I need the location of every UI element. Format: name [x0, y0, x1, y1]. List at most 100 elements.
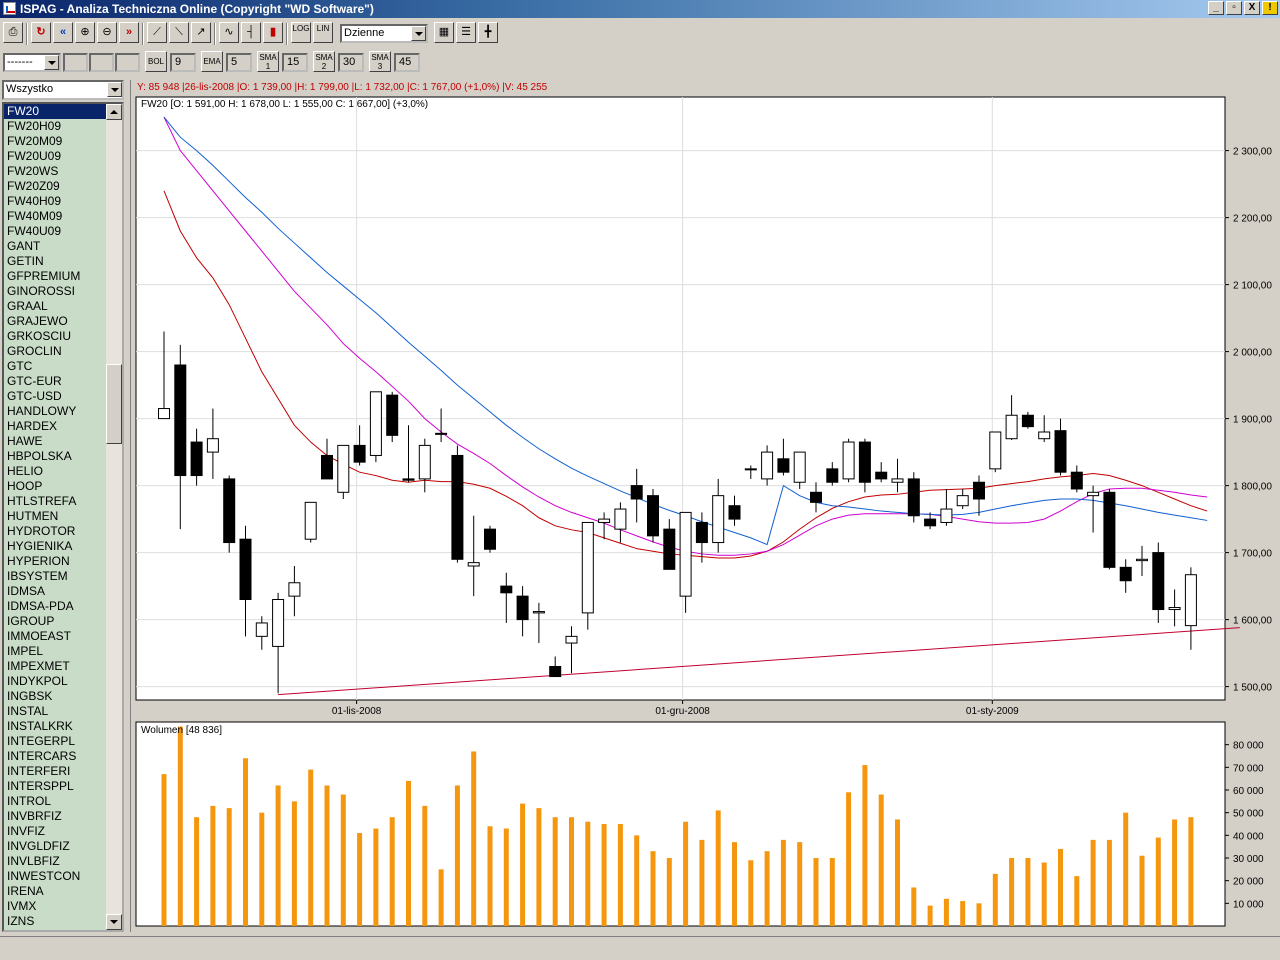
- list-item[interactable]: HELIO: [4, 464, 122, 479]
- list-item[interactable]: HBPOLSKA: [4, 449, 122, 464]
- list-item[interactable]: IGROUP: [4, 614, 122, 629]
- list-item[interactable]: FW20WS: [4, 164, 122, 179]
- list-item[interactable]: IZNS: [4, 914, 122, 929]
- list-item[interactable]: IMPEL: [4, 644, 122, 659]
- candle-chart-icon[interactable]: ▮: [263, 22, 283, 43]
- list-item[interactable]: HAWE: [4, 434, 122, 449]
- list-item[interactable]: INWESTCON: [4, 869, 122, 884]
- list-item[interactable]: GROCLIN: [4, 344, 122, 359]
- ohlc-chart-icon[interactable]: ┤: [241, 22, 261, 43]
- list-item[interactable]: HUTMEN: [4, 509, 122, 524]
- bol-period-field[interactable]: 9: [170, 53, 196, 72]
- interval-select[interactable]: Dzienne: [340, 24, 428, 43]
- list-item[interactable]: GTC: [4, 359, 122, 374]
- list-item[interactable]: INSTALKRK: [4, 719, 122, 734]
- scroll-down-icon[interactable]: [106, 914, 122, 930]
- bol-button[interactable]: BOL: [145, 51, 167, 72]
- list-item[interactable]: FW40U09: [4, 224, 122, 239]
- line-chart-icon[interactable]: ∿: [219, 22, 239, 43]
- crosshair-grid-icon[interactable]: ╋: [478, 22, 498, 43]
- lin-scale-button[interactable]: LIN: [313, 22, 333, 43]
- chart-canvas[interactable]: 1 500,00 1 600,00 1 700,00 1 800,00 1 900,00…: [131, 80, 1279, 932]
- list-item[interactable]: INVLBFIZ: [4, 854, 122, 869]
- list-item[interactable]: FW40H09: [4, 194, 122, 209]
- list-item[interactable]: INSTAL: [4, 704, 122, 719]
- list-item[interactable]: FW20M09: [4, 134, 122, 149]
- list-item[interactable]: HARDEX: [4, 419, 122, 434]
- list-item[interactable]: GANT: [4, 239, 122, 254]
- list-item[interactable]: INTERSPPL: [4, 779, 122, 794]
- log-scale-button[interactable]: LOG: [291, 22, 311, 43]
- layout-icon[interactable]: ☰: [456, 22, 476, 43]
- list-item[interactable]: INTERFERI: [4, 764, 122, 779]
- line-tool-icon[interactable]: ⟋: [147, 22, 167, 43]
- list-item[interactable]: GTC-USD: [4, 389, 122, 404]
- list-item[interactable]: FW20Z09: [4, 179, 122, 194]
- param-field-1[interactable]: [63, 53, 88, 72]
- list-item[interactable]: HYDROTOR: [4, 524, 122, 539]
- minimize-button[interactable]: _: [1208, 1, 1224, 15]
- scroll-thumb[interactable]: [106, 364, 122, 444]
- list-item[interactable]: INGBSK: [4, 689, 122, 704]
- list-item[interactable]: HYPERION: [4, 554, 122, 569]
- list-item[interactable]: GRAJEWO: [4, 314, 122, 329]
- param-field-2[interactable]: [89, 53, 114, 72]
- list-item[interactable]: INTERCARS: [4, 749, 122, 764]
- ema-button[interactable]: EMA: [201, 51, 223, 72]
- ema-period-field[interactable]: 5: [226, 53, 252, 72]
- fan-tool-icon[interactable]: ⟍: [169, 22, 189, 43]
- list-item[interactable]: GRAAL: [4, 299, 122, 314]
- list-item[interactable]: IRENA: [4, 884, 122, 899]
- list-item[interactable]: HOOP: [4, 479, 122, 494]
- chevron-down-icon[interactable]: [44, 55, 59, 70]
- list-item[interactable]: HANDLOWY: [4, 404, 122, 419]
- list-scrollbar[interactable]: [106, 104, 122, 930]
- chevron-down-icon[interactable]: [411, 26, 426, 41]
- sma1-period-field[interactable]: 15: [282, 53, 308, 72]
- list-item[interactable]: FW20H09: [4, 119, 122, 134]
- scroll-up-icon[interactable]: [106, 104, 122, 120]
- indicator-select[interactable]: -------: [3, 53, 61, 72]
- list-item[interactable]: FW40M09: [4, 209, 122, 224]
- list-item[interactable]: INTROL: [4, 794, 122, 809]
- list-item[interactable]: IDMSA: [4, 584, 122, 599]
- instrument-list[interactable]: FW20 FW20H09 FW20M09 FW20U09 FW20WS FW20Z09 FW…: [2, 102, 124, 932]
- sma2-button[interactable]: SMA 2: [313, 51, 335, 72]
- refresh-icon[interactable]: ↻: [31, 22, 51, 43]
- list-item[interactable]: INVBRFIZ: [4, 809, 122, 824]
- sma3-period-field[interactable]: 45: [394, 53, 420, 72]
- zoom-out-icon[interactable]: ⊖: [97, 22, 117, 43]
- list-item[interactable]: HTLSTREFA: [4, 494, 122, 509]
- zoom-in-icon[interactable]: ⊕: [75, 22, 95, 43]
- list-item[interactable]: INVGLDFIZ: [4, 839, 122, 854]
- list-item[interactable]: GINOROSSI: [4, 284, 122, 299]
- list-item[interactable]: IMMOEAST: [4, 629, 122, 644]
- list-item[interactable]: IBSYSTEM: [4, 569, 122, 584]
- list-item[interactable]: INTEGERPL: [4, 734, 122, 749]
- rewind-icon[interactable]: «: [53, 22, 73, 43]
- list-item[interactable]: FW20: [4, 104, 122, 119]
- grid-icon[interactable]: ▦: [434, 22, 454, 43]
- list-item[interactable]: INDYKPOL: [4, 674, 122, 689]
- list-item[interactable]: HYGIENIKA: [4, 539, 122, 554]
- list-item[interactable]: GTC-EUR: [4, 374, 122, 389]
- param-field-3[interactable]: [115, 53, 140, 72]
- list-item[interactable]: GETIN: [4, 254, 122, 269]
- list-item[interactable]: GRKOSCIU: [4, 329, 122, 344]
- forward-icon[interactable]: »: [119, 22, 139, 43]
- list-item[interactable]: IVMX: [4, 899, 122, 914]
- list-item[interactable]: INVFIZ: [4, 824, 122, 839]
- sma3-button[interactable]: SMA 3: [369, 51, 391, 72]
- trend-tool-icon[interactable]: ↗: [191, 22, 211, 43]
- restore-button[interactable]: ▫: [1226, 1, 1242, 15]
- list-item[interactable]: FW20U09: [4, 149, 122, 164]
- list-item[interactable]: IMPEXMET: [4, 659, 122, 674]
- print-icon[interactable]: ⎙: [3, 22, 23, 43]
- alert-icon[interactable]: !: [1262, 1, 1278, 15]
- close-button[interactable]: X: [1244, 1, 1260, 15]
- chevron-down-icon[interactable]: [107, 82, 122, 97]
- sma1-button[interactable]: SMA 1: [257, 51, 279, 72]
- list-item[interactable]: IDMSA-PDA: [4, 599, 122, 614]
- list-item[interactable]: GFPREMIUM: [4, 269, 122, 284]
- instrument-filter-select[interactable]: Wszystko: [2, 80, 124, 100]
